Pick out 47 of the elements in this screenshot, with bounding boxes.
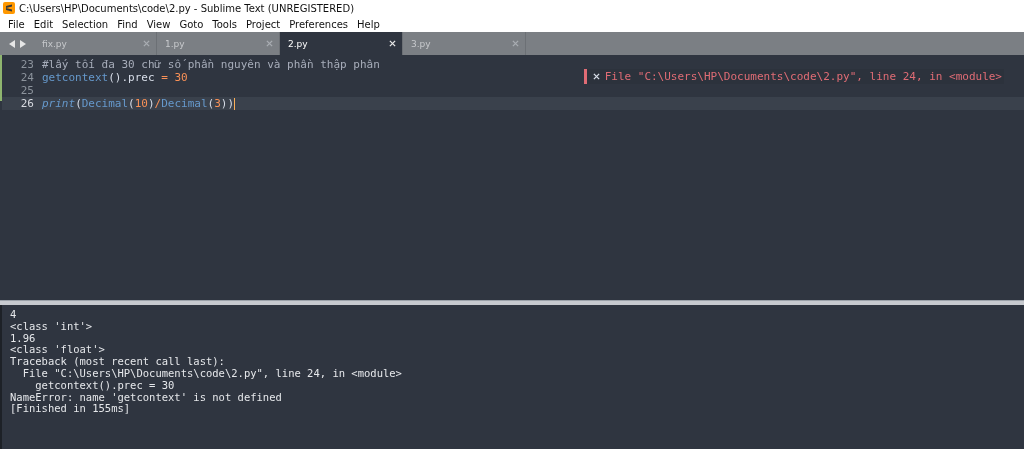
code-token: 30 — [174, 71, 188, 84]
right-arrow-icon[interactable] — [18, 39, 26, 48]
app-logo-icon — [3, 2, 15, 14]
line-number: 26 — [2, 97, 42, 110]
menu-item[interactable]: Help — [357, 18, 380, 30]
code-token: ) — [148, 97, 155, 110]
line-number: 25 — [19, 84, 35, 97]
code-token: ( — [207, 97, 215, 110]
output-line: 4 — [10, 309, 18, 321]
output-line: File "C:\Users\HP\Documents\code\2.py", line 24, in <module> — [21, 368, 403, 380]
line-number: 23 — [19, 58, 35, 71]
menu-item[interactable]: Goto — [179, 18, 204, 30]
menu-item[interactable]: View — [146, 18, 171, 30]
output-line: <class 'int'> — [10, 320, 94, 333]
code-token: 3 — [214, 97, 221, 110]
code-token: print — [42, 97, 76, 110]
menu-item[interactable]: Tools — [212, 18, 237, 30]
output-line: <class 'float'> — [10, 344, 106, 357]
menu-item[interactable]: Preferences — [289, 18, 349, 30]
code-token: Decimal — [161, 97, 208, 110]
code-token: / — [154, 97, 162, 110]
menu-item[interactable]: Selection — [62, 18, 109, 30]
menu-item[interactable]: Project — [246, 18, 281, 30]
code-token: )) — [220, 97, 235, 110]
code-token: ( — [128, 97, 135, 110]
text-cursor — [234, 97, 236, 110]
code-token: ().prec — [108, 71, 156, 84]
error-message: File "C:\Users\HP\Documents\code\2.py", line 24, in <module> — [604, 70, 1002, 83]
menu-item[interactable]: File — [8, 18, 25, 30]
code-token: ( — [75, 97, 82, 110]
output-line: NameError: name 'getcontext' is not defined — [10, 391, 283, 404]
code-token: Decimal — [81, 97, 129, 110]
tab[interactable]: 2.py — [280, 32, 403, 55]
output-line: Traceback (most recent call last): — [10, 356, 226, 368]
menu-item[interactable]: Find — [117, 18, 138, 30]
line-number: 24 — [19, 71, 35, 84]
code-token: getcontext — [42, 71, 109, 84]
output-line: [Finished in 155ms] — [10, 403, 131, 416]
close-icon[interactable] — [592, 73, 600, 80]
window-title: C:\Users\HP\Documents\code\2.py - Sublime Text (UNREGISTERED) — [19, 2, 355, 14]
left-arrow-icon[interactable] — [8, 39, 16, 48]
code-token: 10 — [134, 97, 148, 110]
code-token: #lấy tối đa 30 chữ số phần nguyên và phần thập phân — [42, 58, 380, 71]
menu-item[interactable]: Edit — [33, 18, 54, 30]
output-line: 1.96 — [10, 332, 37, 345]
output-line: getcontext().prec = 30 — [34, 379, 175, 392]
code-token: = — [161, 71, 169, 84]
